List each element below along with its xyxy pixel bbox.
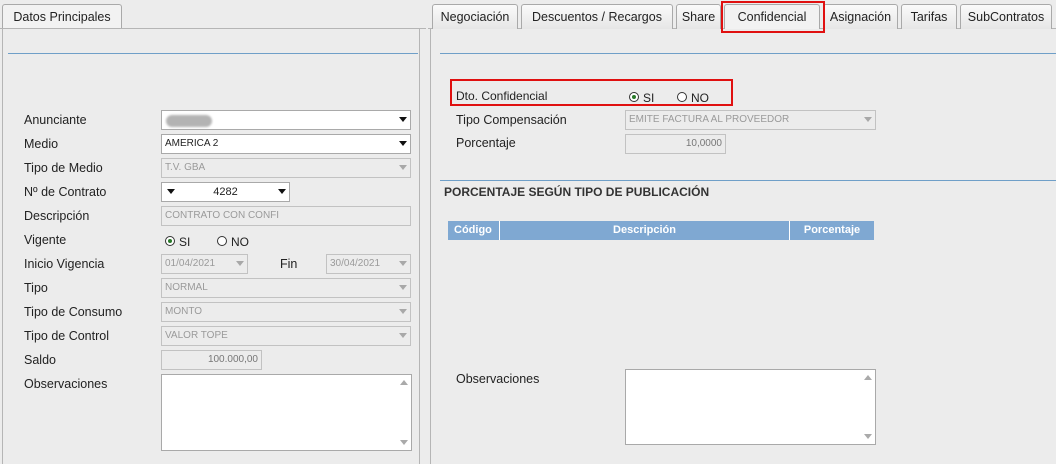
observaciones-textarea-left[interactable] bbox=[161, 374, 412, 451]
label-observaciones-right: Observaciones bbox=[456, 372, 540, 386]
tipo-compensacion-select[interactable]: EMITE FACTURA AL PROVEEDOR bbox=[625, 110, 876, 130]
table-header-codigo[interactable]: Código bbox=[448, 221, 500, 240]
label-vigente: Vigente bbox=[24, 233, 67, 247]
label-tipo-consumo: Tipo de Consumo bbox=[24, 305, 123, 319]
chevron-down-icon bbox=[278, 189, 286, 194]
inicio-vigencia-date[interactable]: 01/04/2021 bbox=[161, 254, 248, 274]
tab-label: SubContratos bbox=[967, 10, 1045, 24]
vigente-si-radio[interactable] bbox=[165, 236, 175, 246]
tab-label: Datos Principales bbox=[13, 10, 111, 24]
right-divider-top bbox=[440, 53, 1056, 54]
chevron-down-icon bbox=[236, 261, 244, 266]
scroll-up-icon[interactable] bbox=[400, 380, 408, 385]
chevron-down-icon bbox=[167, 189, 175, 194]
right-divider-mid bbox=[440, 180, 1056, 181]
chevron-down-icon bbox=[864, 117, 872, 122]
right-panel: Negociación Descuentos / Recargos Share … bbox=[428, 0, 1056, 464]
contrato-value: 4282 bbox=[213, 186, 238, 198]
tab-datos-principales[interactable]: Datos Principales bbox=[2, 4, 122, 29]
label-descripcion: Descripción bbox=[24, 209, 90, 223]
chevron-down-icon bbox=[399, 261, 407, 266]
vigente-si-label: SI bbox=[179, 235, 191, 249]
tipo-consumo-value: MONTO bbox=[165, 306, 203, 317]
tipo-value: NORMAL bbox=[165, 282, 208, 293]
tipo-select[interactable]: NORMAL bbox=[161, 278, 411, 298]
chevron-down-icon bbox=[399, 141, 407, 146]
anunciante-blurred-value bbox=[166, 115, 212, 127]
table-header-porcentaje[interactable]: Porcentaje bbox=[790, 221, 874, 240]
saldo-value: 100.000,00 bbox=[207, 354, 258, 365]
porcentaje-input[interactable]: 10,0000 bbox=[625, 134, 726, 154]
chevron-down-icon bbox=[399, 165, 407, 170]
highlight-dto-confidencial bbox=[450, 79, 733, 106]
medio-value: AMERICA 2 bbox=[165, 138, 219, 149]
descripcion-input[interactable]: CONTRATO CON CONFI bbox=[161, 206, 411, 226]
scroll-down-icon[interactable] bbox=[864, 434, 872, 439]
tipo-control-select[interactable]: VALOR TOPE bbox=[161, 326, 411, 346]
tab-share[interactable]: Share bbox=[676, 4, 721, 29]
tab-negociacion[interactable]: Negociación bbox=[432, 4, 518, 29]
tab-asignacion[interactable]: Asignación bbox=[823, 4, 898, 29]
tab-label: Tarifas bbox=[910, 10, 948, 24]
header-label: Código bbox=[454, 224, 492, 236]
descripcion-value: CONTRATO CON CONFI bbox=[165, 210, 280, 221]
tab-descuentos-recargos[interactable]: Descuentos / Recargos bbox=[521, 4, 673, 29]
inicio-value: 01/04/2021 bbox=[165, 258, 216, 269]
contrato-select[interactable]: 4282 bbox=[161, 182, 290, 202]
tipo-compensacion-value: EMITE FACTURA AL PROVEEDOR bbox=[629, 114, 790, 125]
tipo-consumo-select[interactable]: MONTO bbox=[161, 302, 411, 322]
chevron-down-icon bbox=[399, 309, 407, 314]
label-tipo-compensacion: Tipo Compensación bbox=[456, 113, 567, 127]
left-border bbox=[2, 28, 3, 464]
scroll-up-icon[interactable] bbox=[864, 375, 872, 380]
left-panel: Datos Principales Anunciante Medio AMERI… bbox=[0, 0, 426, 464]
porcentaje-value: 10,0000 bbox=[685, 138, 722, 149]
chevron-down-icon bbox=[399, 333, 407, 338]
medio-select[interactable]: AMERICA 2 bbox=[161, 134, 411, 154]
header-label: Descripción bbox=[613, 224, 676, 236]
tab-tarifas[interactable]: Tarifas bbox=[901, 4, 957, 29]
chevron-down-icon bbox=[399, 285, 407, 290]
vigente-no-radio[interactable] bbox=[217, 236, 227, 246]
section-title: PORCENTAJE SEGÚN TIPO DE PUBLICACIÓN bbox=[444, 185, 710, 199]
scroll-down-icon[interactable] bbox=[400, 440, 408, 445]
tab-subcontratos[interactable]: SubContratos bbox=[960, 4, 1052, 29]
label-medio: Medio bbox=[24, 137, 59, 151]
label-observaciones-left: Observaciones bbox=[24, 377, 108, 391]
tipo-medio-value: T.V. GBA bbox=[165, 162, 206, 173]
observaciones-textarea-right[interactable] bbox=[625, 369, 876, 445]
label-tipo-control: Tipo de Control bbox=[24, 329, 109, 343]
label-tipo: Tipo bbox=[24, 281, 48, 295]
label-saldo: Saldo bbox=[24, 353, 56, 367]
fin-value: 30/04/2021 bbox=[330, 258, 381, 269]
label-inicio-vigencia: Inicio Vigencia bbox=[24, 257, 105, 271]
header-label: Porcentaje bbox=[803, 224, 861, 236]
label-fin: Fin bbox=[280, 257, 298, 271]
tab-label: Share bbox=[681, 10, 716, 24]
left-tab-baseline bbox=[0, 28, 426, 29]
tab-label: Asignación bbox=[829, 10, 892, 24]
label-contrato: Nº de Contrato bbox=[24, 185, 107, 199]
label-anunciante: Anunciante bbox=[24, 113, 87, 127]
table-header-descripcion[interactable]: Descripción bbox=[500, 221, 790, 240]
vigente-no-label: NO bbox=[231, 235, 249, 249]
right-border bbox=[430, 28, 431, 464]
anunciante-select[interactable] bbox=[161, 110, 411, 130]
chevron-down-icon bbox=[399, 117, 407, 122]
tipo-medio-select[interactable]: T.V. GBA bbox=[161, 158, 411, 178]
tab-label: Descuentos / Recargos bbox=[532, 10, 662, 24]
tab-label: Negociación bbox=[440, 10, 510, 24]
left-border-right bbox=[419, 28, 420, 464]
left-divider bbox=[8, 53, 418, 54]
highlight-tab-confidencial bbox=[721, 1, 825, 33]
fin-vigencia-date[interactable]: 30/04/2021 bbox=[326, 254, 411, 274]
saldo-input[interactable]: 100.000,00 bbox=[161, 350, 262, 370]
tipo-control-value: VALOR TOPE bbox=[165, 330, 228, 341]
label-tipo-medio: Tipo de Medio bbox=[24, 161, 103, 175]
label-porcentaje: Porcentaje bbox=[456, 136, 516, 150]
